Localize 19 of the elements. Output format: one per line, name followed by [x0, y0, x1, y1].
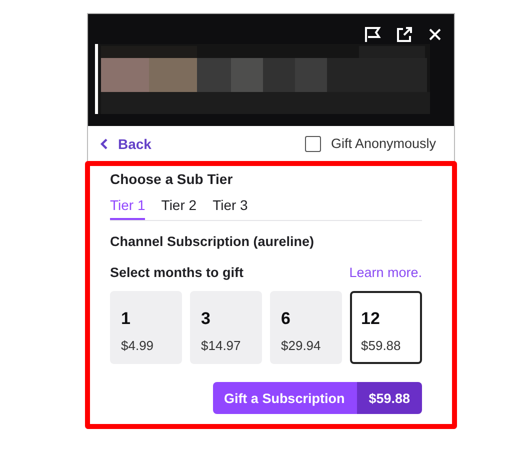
month-option[interactable]: 12 $59.88: [350, 291, 422, 364]
product-name: Channel Subscription (aureline): [110, 234, 316, 249]
learn-more-link[interactable]: Learn more.: [349, 265, 422, 280]
close-icon[interactable]: [428, 26, 442, 43]
chevron-left-icon: [100, 138, 108, 150]
tier-tab[interactable]: Tier 1: [110, 193, 146, 220]
tier-tab[interactable]: Tier 3: [212, 193, 248, 220]
month-option[interactable]: 1 $4.99: [110, 291, 182, 364]
back-button[interactable]: Back: [100, 136, 152, 152]
tier-tab[interactable]: Tier 2: [161, 193, 197, 220]
flag-icon[interactable]: [364, 26, 381, 43]
gift-subscription-button[interactable]: Gift a Subscription $59.88: [212, 382, 422, 414]
checkbox-label: Gift Anonymously: [330, 136, 436, 151]
checkbox[interactable]: [304, 136, 321, 152]
month-option[interactable]: 6 $29.94: [270, 291, 342, 364]
month-option[interactable]: 3 $14.97: [190, 291, 262, 364]
months-label: Select months to gift: [110, 265, 244, 280]
section-title: Choose a Sub Tier: [110, 171, 234, 187]
popout-icon[interactable]: [396, 26, 413, 43]
